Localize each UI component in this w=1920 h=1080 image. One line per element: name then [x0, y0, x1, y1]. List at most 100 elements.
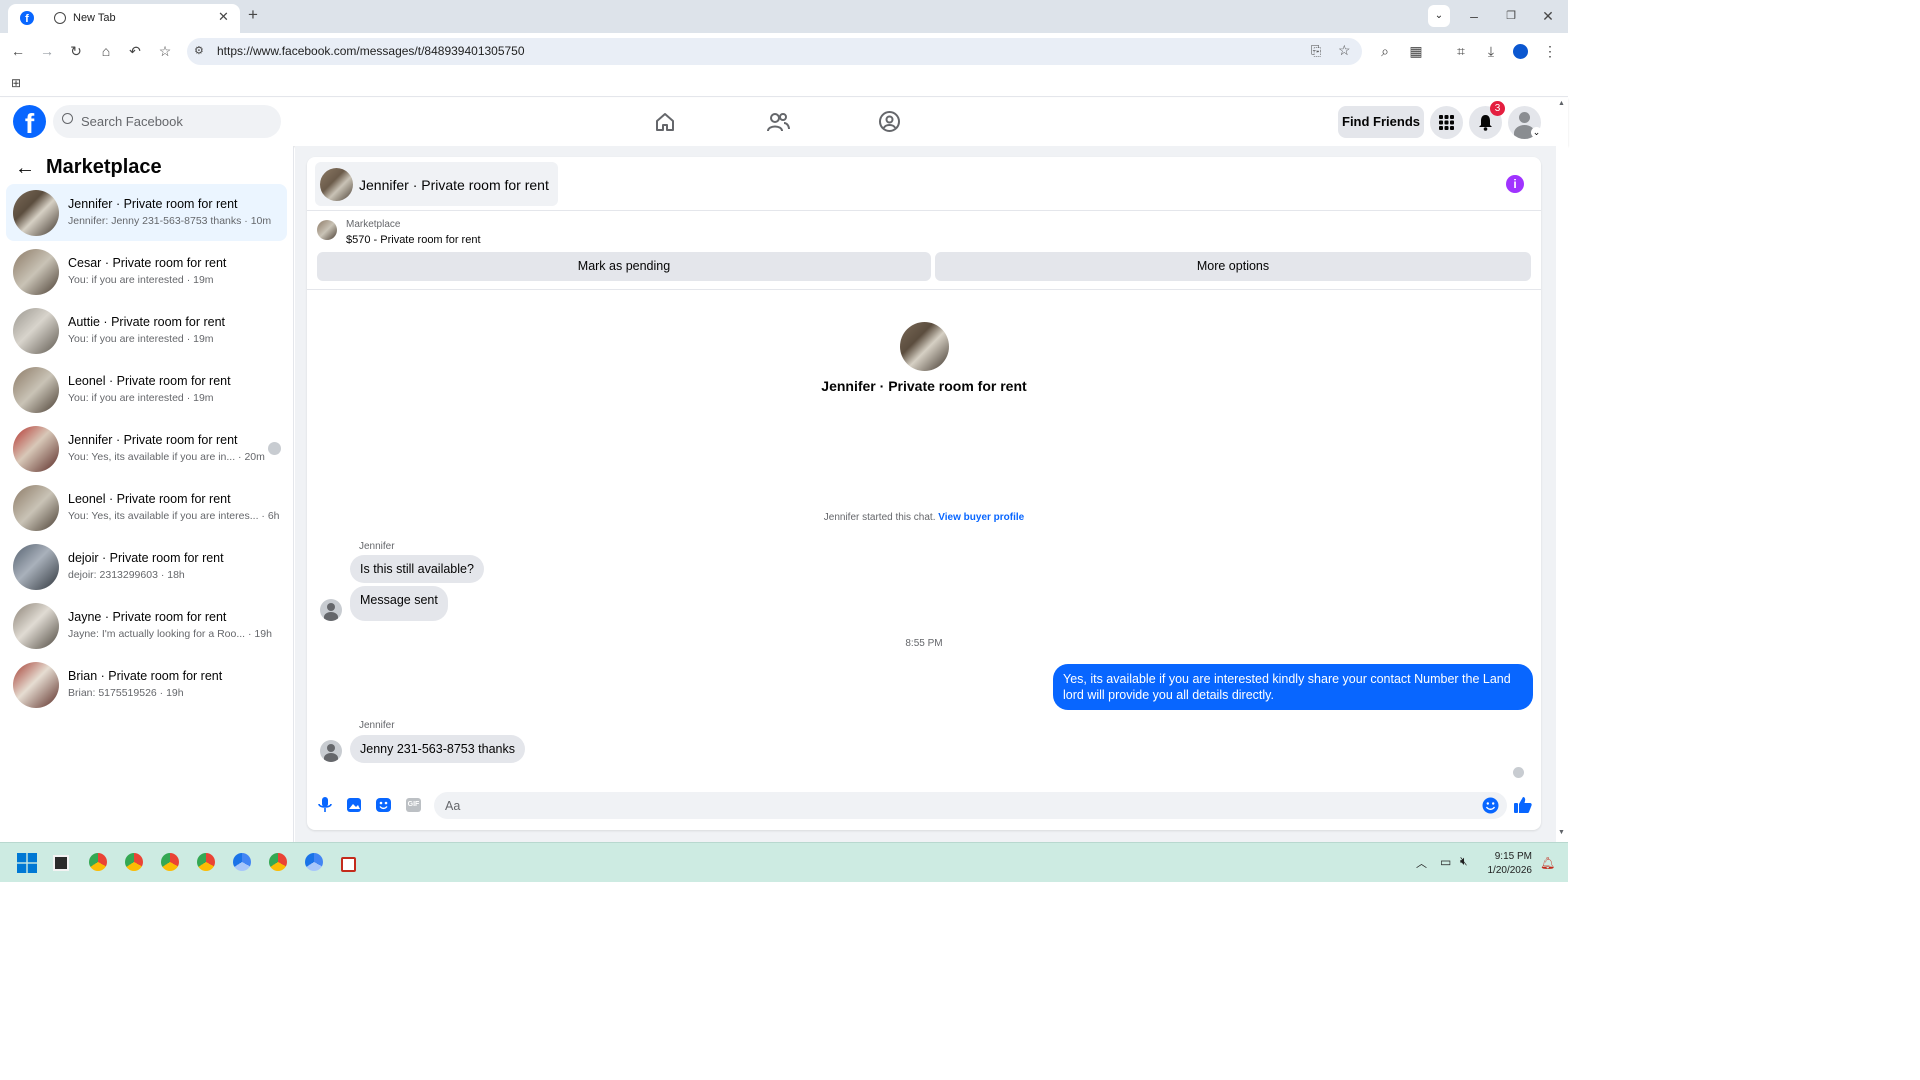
undo-icon[interactable]: ↶	[126, 44, 144, 58]
tab-search-button[interactable]: ⌄	[1428, 5, 1450, 27]
conversation-avatar	[13, 662, 59, 708]
chat-started-note: Jennifer started this chat. View buyer p…	[707, 512, 1141, 523]
chat-header-title: Jennifer · Private room for rent	[359, 177, 549, 193]
install-icon[interactable]: ⎘	[1311, 43, 1321, 59]
groups-nav-icon[interactable]	[878, 110, 901, 133]
apps-icon[interactable]: ⊞	[7, 76, 25, 90]
listing-title[interactable]: $570 - Private room for rent	[346, 234, 481, 246]
conversation-avatar	[13, 544, 59, 590]
conversation-title: Leonel · Private room for rent	[68, 492, 231, 506]
network-icon[interactable]: ▭	[1440, 855, 1451, 869]
menu-icon[interactable]: ⋮	[1541, 44, 1559, 58]
incoming-message[interactable]: Jenny 231-563-8753 thanks	[350, 735, 525, 763]
emoji-icon[interactable]	[1482, 797, 1499, 814]
conversation-avatar	[13, 190, 59, 236]
chrome-icon[interactable]	[197, 853, 215, 871]
find-friends-button[interactable]: Find Friends	[1338, 106, 1424, 138]
incoming-message[interactable]: Is this still available?	[350, 555, 484, 583]
scroll-up-icon[interactable]: ▲	[1558, 100, 1565, 107]
conversation-title: dejoir · Private room for rent	[68, 551, 224, 565]
view-buyer-profile-link[interactable]: View buyer profile	[938, 512, 1024, 523]
conversation-item[interactable]: Jennifer · Private room for rent You: Yes…	[6, 420, 287, 477]
conversation-item[interactable]: Cesar · Private room for rent You: if you…	[6, 243, 287, 300]
chrome-icon[interactable]	[233, 853, 251, 871]
incoming-message[interactable]: Message sent	[350, 586, 448, 621]
sidebar-title: Marketplace	[46, 156, 162, 178]
new-tab-icon[interactable]: +	[244, 6, 262, 23]
minimize-icon[interactable]: –	[1465, 9, 1483, 23]
close-window-icon[interactable]: ✕	[1539, 9, 1557, 23]
qr-code-icon[interactable]: ▦	[1407, 44, 1425, 58]
conversation-item[interactable]: Jayne · Private room for rent Jayne: I'm …	[6, 597, 287, 654]
reload-icon[interactable]: ↻	[67, 44, 85, 58]
mark-as-pending-button[interactable]: Mark as pending	[317, 252, 931, 281]
chrome-icon[interactable]	[125, 853, 143, 871]
scroll-down-icon[interactable]: ▼	[1558, 829, 1565, 836]
back-arrow-icon[interactable]: ←	[15, 157, 35, 180]
message-input[interactable]: Aa	[434, 792, 1507, 819]
outgoing-message[interactable]: Yes, its available if you are interested…	[1053, 664, 1533, 710]
restore-icon[interactable]: ❐	[1502, 9, 1520, 23]
facebook-logo[interactable]: f	[13, 105, 46, 138]
chrome-icon[interactable]	[269, 853, 287, 871]
started-text: Jennifer started this chat.	[823, 512, 936, 523]
person-icon	[1519, 112, 1530, 123]
message-timestamp: 8:55 PM	[905, 638, 943, 649]
windows-start-icon[interactable]	[17, 853, 37, 873]
conversation-avatar	[13, 308, 59, 354]
chrome-icon[interactable]	[161, 853, 179, 871]
home-icon[interactable]: ⌂	[97, 44, 115, 58]
conversation-avatar	[13, 367, 59, 413]
menu-grid-button[interactable]	[1430, 106, 1463, 139]
tab-new-tab[interactable]: New Tab ✕	[42, 4, 238, 33]
message-sender: Jennifer	[359, 720, 395, 731]
seen-indicator-avatar	[268, 442, 281, 455]
close-tab-icon[interactable]: ✕	[218, 9, 229, 25]
composer-placeholder: Aa	[445, 799, 461, 813]
page-scrollbar[interactable]: ▲ ▼	[1556, 98, 1568, 842]
bookmark-page-icon[interactable]: ☆	[1338, 42, 1351, 59]
chat-header-avatar	[320, 168, 353, 201]
conversation-item[interactable]: Leonel · Private room for rent You: Yes, …	[6, 479, 287, 536]
conversation-title: Jayne · Private room for rent	[68, 610, 227, 624]
forward-icon[interactable]: →	[38, 44, 56, 58]
conversation-item[interactable]: dejoir · Private room for rent dejoir: 23…	[6, 538, 287, 595]
more-options-button[interactable]: More options	[935, 252, 1531, 281]
zoom-icon[interactable]: ⌕	[1376, 44, 1394, 58]
volume-muted-icon[interactable]: 🔇︎	[1460, 854, 1468, 869]
conversation-avatar	[13, 249, 59, 295]
clock-time[interactable]: 9:15 PM	[1490, 851, 1532, 862]
info-icon[interactable]: i	[1506, 175, 1524, 193]
bookmark-star-icon[interactable]: ☆	[156, 44, 174, 58]
bookmark-bar: ⊞	[0, 69, 1568, 97]
conversation-item[interactable]: Leonel · Private room for rent You: if yo…	[6, 361, 287, 418]
friends-nav-icon[interactable]	[766, 111, 790, 133]
conversation-item[interactable]: Brian · Private room for rent Brian: 5175…	[6, 656, 287, 713]
conversation-item[interactable]: Auttie · Private room for rent You: if yo…	[6, 302, 287, 359]
intro-avatar	[900, 322, 949, 371]
search-icon	[62, 113, 73, 124]
listing-thumbnail[interactable]	[317, 220, 337, 240]
thumbs-up-icon[interactable]	[1514, 796, 1532, 814]
gif-icon[interactable]: GIF	[406, 798, 421, 812]
tray-chevron-up-icon[interactable]: ︿	[1416, 855, 1427, 871]
notification-bell-icon[interactable]: 🔔︎	[1540, 856, 1555, 870]
taskbar-app-icon[interactable]	[341, 857, 356, 872]
site-info-icon[interactable]: ⚙	[194, 44, 204, 57]
clock-date[interactable]: 1/20/2026	[1480, 865, 1533, 876]
sticker-icon[interactable]	[376, 798, 391, 812]
conversation-preview: You: Yes, its available if you are in...…	[68, 451, 265, 463]
taskbar-app-icon[interactable]	[53, 855, 69, 871]
microphone-icon[interactable]	[318, 797, 332, 813]
profile-icon[interactable]	[1513, 44, 1528, 59]
photo-icon[interactable]	[347, 798, 361, 812]
chrome-icon[interactable]	[89, 853, 107, 871]
back-icon[interactable]: ←	[9, 44, 27, 58]
download-icon[interactable]: ⤓	[1482, 44, 1500, 58]
chrome-icon[interactable]	[305, 853, 323, 871]
home-nav-icon[interactable]	[654, 111, 676, 133]
bell-icon	[1479, 115, 1492, 131]
crop-icon[interactable]: ⌗	[1452, 44, 1470, 58]
conversation-item[interactable]: Jennifer · Private room for rent Jennifer…	[6, 184, 287, 241]
conversation-title: Cesar · Private room for rent	[68, 256, 227, 270]
